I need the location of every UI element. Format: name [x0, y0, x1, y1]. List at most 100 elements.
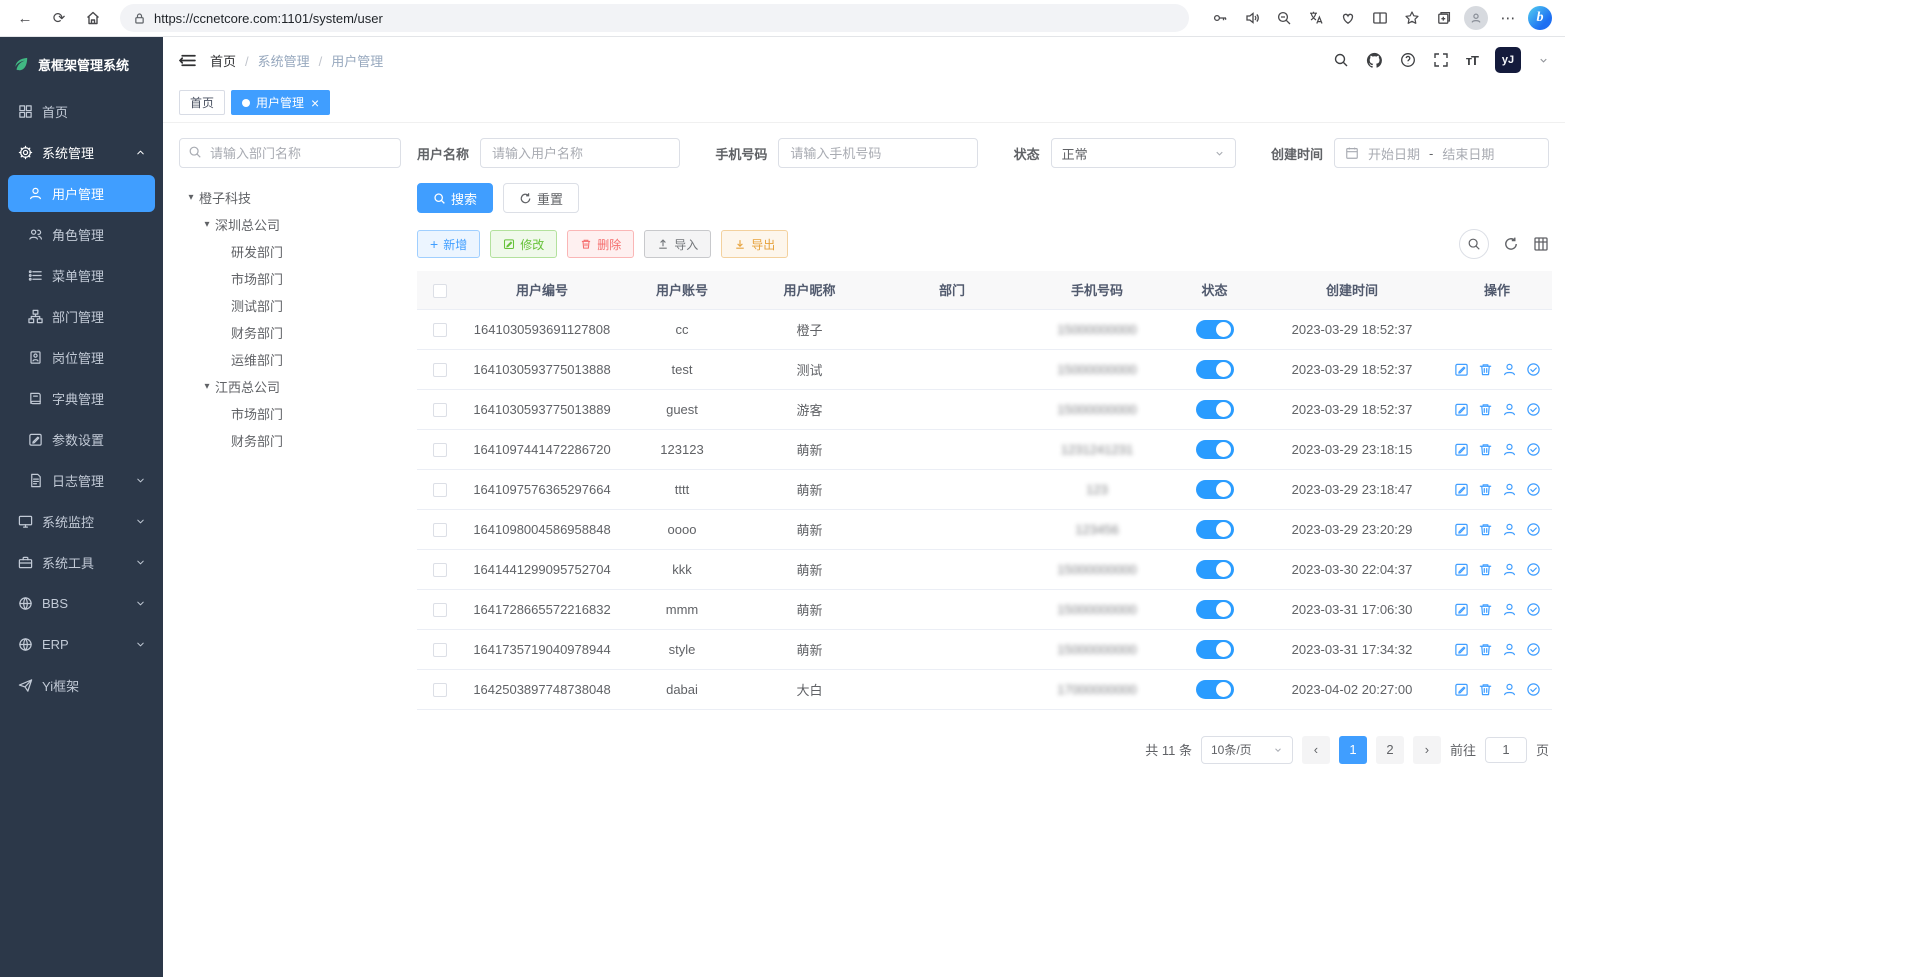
delete-icon[interactable] [1478, 402, 1493, 417]
status-toggle[interactable] [1196, 520, 1234, 539]
help-icon[interactable] [1400, 52, 1416, 68]
fullscreen-icon[interactable] [1433, 52, 1449, 68]
breadcrumb-home[interactable]: 首页 [210, 51, 236, 70]
address-bar[interactable]: https://ccnetcore.com:1101/system/user [120, 4, 1189, 32]
reset-password-icon[interactable] [1502, 362, 1517, 377]
reset-button[interactable]: 重置 [503, 183, 579, 213]
split-screen-icon[interactable] [1365, 4, 1395, 32]
phone-input[interactable] [778, 138, 978, 168]
zoom-icon[interactable] [1269, 4, 1299, 32]
browser-home-icon[interactable] [78, 4, 108, 32]
delete-icon[interactable] [1478, 522, 1493, 537]
delete-icon[interactable] [1478, 442, 1493, 457]
row-checkbox[interactable] [433, 483, 447, 497]
status-toggle[interactable] [1196, 320, 1234, 339]
tree-node[interactable]: ▾深圳总公司 [179, 211, 401, 238]
edit-icon[interactable] [1454, 362, 1469, 377]
select-all-checkbox[interactable] [433, 284, 447, 298]
sidebar-item-home[interactable]: 首页 [0, 91, 163, 132]
sidebar-item-log-mgmt[interactable]: 日志管理 [0, 460, 163, 501]
status-toggle[interactable] [1196, 480, 1234, 499]
github-icon[interactable] [1366, 52, 1383, 69]
reload-icon[interactable]: ⟳ [44, 4, 74, 32]
reset-password-icon[interactable] [1502, 442, 1517, 457]
delete-icon[interactable] [1478, 562, 1493, 577]
user-avatar[interactable]: yJ [1495, 47, 1521, 73]
assign-role-icon[interactable] [1526, 442, 1541, 457]
date-range-picker[interactable]: 开始日期 - 结束日期 [1334, 138, 1549, 168]
row-checkbox[interactable] [433, 643, 447, 657]
reset-password-icon[interactable] [1502, 402, 1517, 417]
tree-node[interactable]: 财务部门 [179, 319, 401, 346]
tree-node[interactable]: 运维部门 [179, 346, 401, 373]
status-toggle[interactable] [1196, 600, 1234, 619]
sidebar-item-role-mgmt[interactable]: 角色管理 [0, 214, 163, 255]
tree-node[interactable]: ▾江西总公司 [179, 373, 401, 400]
copilot-icon[interactable]: b [1525, 4, 1555, 32]
row-checkbox[interactable] [433, 443, 447, 457]
profile-avatar[interactable] [1461, 4, 1491, 32]
search-icon[interactable] [1333, 52, 1349, 68]
tree-node[interactable]: ▾橙子科技 [179, 184, 401, 211]
table-refresh-icon[interactable] [1503, 236, 1519, 252]
add-button[interactable]: +新增 [417, 230, 480, 258]
assign-role-icon[interactable] [1526, 522, 1541, 537]
reset-password-icon[interactable] [1502, 562, 1517, 577]
prev-page-button[interactable]: ‹ [1302, 736, 1330, 764]
sidebar-item-param-settings[interactable]: 参数设置 [0, 419, 163, 460]
settings-more-icon[interactable]: ⋯ [1493, 4, 1523, 32]
breadcrumb-system[interactable]: 系统管理 [236, 51, 310, 70]
sidebar-item-post-mgmt[interactable]: 岗位管理 [0, 337, 163, 378]
import-button[interactable]: 导入 [644, 230, 711, 258]
edit-button[interactable]: 修改 [490, 230, 557, 258]
dept-search-input[interactable] [179, 138, 401, 168]
row-checkbox[interactable] [433, 523, 447, 537]
username-input[interactable] [480, 138, 680, 168]
goto-page-input[interactable] [1485, 737, 1527, 763]
tree-node[interactable]: 市场部门 [179, 400, 401, 427]
tree-node[interactable]: 市场部门 [179, 265, 401, 292]
browser-essentials-icon[interactable] [1333, 4, 1363, 32]
sidebar-item-dict-mgmt[interactable]: 字典管理 [0, 378, 163, 419]
page-size-select[interactable]: 10条/页 [1201, 736, 1293, 764]
close-icon[interactable]: × [311, 96, 319, 110]
sidebar-item-user-mgmt[interactable]: 用户管理 [8, 175, 155, 212]
edit-icon[interactable] [1454, 682, 1469, 697]
assign-role-icon[interactable] [1526, 642, 1541, 657]
status-toggle[interactable] [1196, 360, 1234, 379]
assign-role-icon[interactable] [1526, 362, 1541, 377]
delete-button[interactable]: 删除 [567, 230, 634, 258]
status-toggle[interactable] [1196, 400, 1234, 419]
column-settings-icon[interactable] [1533, 236, 1549, 252]
row-checkbox[interactable] [433, 403, 447, 417]
edit-icon[interactable] [1454, 402, 1469, 417]
status-toggle[interactable] [1196, 640, 1234, 659]
status-toggle[interactable] [1196, 560, 1234, 579]
search-button[interactable]: 搜索 [417, 183, 493, 213]
collapse-menu-icon[interactable] [179, 52, 196, 69]
edit-icon[interactable] [1454, 482, 1469, 497]
row-checkbox[interactable] [433, 563, 447, 577]
delete-icon[interactable] [1478, 642, 1493, 657]
tree-node[interactable]: 测试部门 [179, 292, 401, 319]
assign-role-icon[interactable] [1526, 402, 1541, 417]
assign-role-icon[interactable] [1526, 482, 1541, 497]
delete-icon[interactable] [1478, 362, 1493, 377]
delete-icon[interactable] [1478, 682, 1493, 697]
row-checkbox[interactable] [433, 363, 447, 377]
edit-icon[interactable] [1454, 602, 1469, 617]
edit-icon[interactable] [1454, 442, 1469, 457]
reset-password-icon[interactable] [1502, 602, 1517, 617]
back-icon[interactable]: ← [10, 4, 40, 32]
status-select[interactable]: 正常 [1051, 138, 1236, 168]
sidebar-item-dept-mgmt[interactable]: 部门管理 [0, 296, 163, 337]
edit-icon[interactable] [1454, 522, 1469, 537]
sidebar-item-menu-mgmt[interactable]: 菜单管理 [0, 255, 163, 296]
read-aloud-icon[interactable] [1237, 4, 1267, 32]
delete-icon[interactable] [1478, 602, 1493, 617]
sidebar-item-system-mgmt[interactable]: 系统管理 [0, 132, 163, 173]
key-icon[interactable] [1205, 4, 1235, 32]
status-toggle[interactable] [1196, 680, 1234, 699]
edit-icon[interactable] [1454, 562, 1469, 577]
row-checkbox[interactable] [433, 683, 447, 697]
